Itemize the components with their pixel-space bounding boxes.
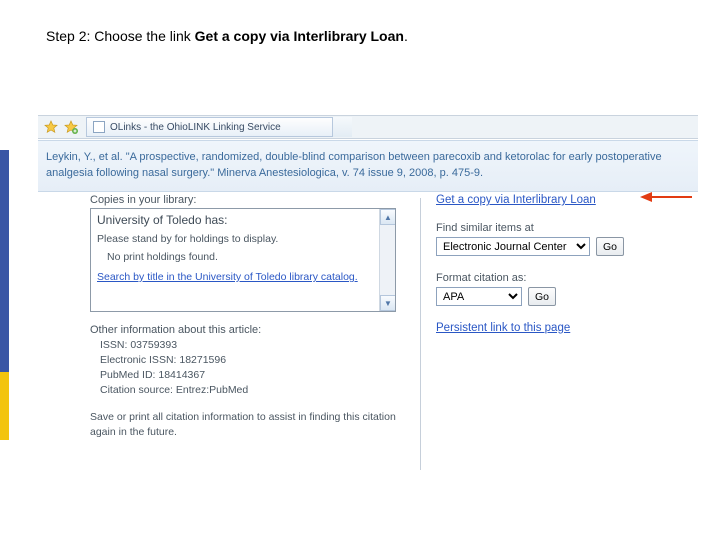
holdings-title: University of Toledo has: — [97, 213, 377, 227]
persistent-link-section: Persistent link to this page — [436, 322, 676, 334]
instruction-prefix: Step 2: Choose the link — [46, 28, 195, 44]
tab-title: OLinks - the OhioLINK Linking Service — [110, 122, 281, 133]
scroll-down-icon[interactable]: ▼ — [380, 295, 396, 311]
citation-bar: Leykin, Y., et al. "A prospective, rando… — [38, 140, 698, 192]
save-note: Save or print all citation information t… — [90, 410, 400, 439]
format-citation-select[interactable]: APA — [436, 287, 522, 306]
find-similar-label: Find similar items at — [436, 222, 676, 234]
instruction-text: Step 2: Choose the link Get a copy via I… — [46, 28, 408, 44]
persistent-link[interactable]: Persistent link to this page — [436, 322, 570, 334]
scroll-up-icon[interactable]: ▲ — [380, 209, 396, 225]
find-similar-go-button[interactable]: Go — [596, 237, 624, 256]
format-citation-label: Format citation as: — [436, 272, 676, 284]
holdings-content: University of Toledo has: Please stand b… — [97, 213, 377, 285]
other-info-label: Other information about this article: — [90, 324, 410, 336]
find-similar-section: Find similar items at Electronic Journal… — [436, 222, 676, 256]
format-citation-go-button[interactable]: Go — [528, 287, 556, 306]
format-citation-section: Format citation as: APA Go — [436, 272, 676, 306]
citation-source-row: Citation source: Entrez:PubMed — [100, 384, 410, 396]
browser-tab[interactable]: OLinks - the OhioLINK Linking Service — [86, 117, 352, 137]
catalog-search-link[interactable]: Search by title in the University of Tol… — [97, 271, 358, 285]
copies-label: Copies in your library: — [90, 194, 410, 206]
side-accent-yellow — [0, 372, 9, 440]
eissn-row: Electronic ISSN: 18271596 — [100, 354, 410, 366]
add-favorite-star-icon[interactable] — [64, 120, 78, 134]
right-column: Get a copy via Interlibrary Loan Find si… — [436, 194, 676, 439]
browser-tab-strip: OLinks - the OhioLINK Linking Service — [38, 115, 698, 139]
issn-row: ISSN: 03759393 — [100, 339, 410, 351]
holdings-none-text: No print holdings found. — [107, 251, 377, 263]
find-similar-select[interactable]: Electronic Journal Center — [436, 237, 590, 256]
page-icon — [93, 121, 105, 133]
instruction-bold: Get a copy via Interlibrary Loan — [195, 28, 404, 44]
instruction-suffix: . — [404, 28, 408, 44]
other-info-section: Other information about this article: IS… — [90, 324, 410, 396]
favorites-star-icon[interactable] — [44, 120, 58, 134]
citation-text: Leykin, Y., et al. "A prospective, rando… — [46, 151, 662, 179]
holdings-wait-text: Please stand by for holdings to display. — [97, 233, 377, 245]
main-content: Copies in your library: University of To… — [90, 194, 690, 439]
left-column: Copies in your library: University of To… — [90, 194, 410, 439]
interlibrary-loan-link[interactable]: Get a copy via Interlibrary Loan — [436, 194, 596, 206]
holdings-scrollbar[interactable]: ▲ ▼ — [379, 209, 395, 311]
holdings-box: University of Toledo has: Please stand b… — [90, 208, 396, 312]
pmid-row: PubMed ID: 18414367 — [100, 369, 410, 381]
tab-drop-handle[interactable] — [332, 117, 352, 137]
